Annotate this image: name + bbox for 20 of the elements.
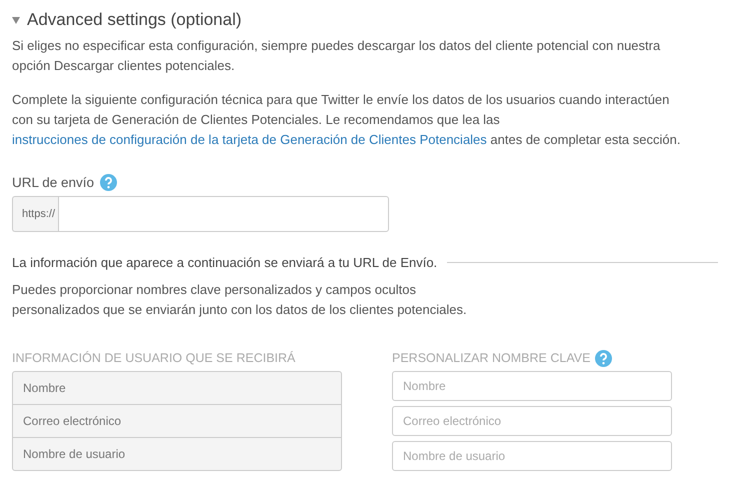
help-icon[interactable]: [595, 350, 612, 366]
custom-note-text: Puedes proporcionar nombres clave personalizados y campos ocultos personalizados que se enviarán junto con los datos de los clientes potenciales.: [12, 281, 468, 319]
divider-text: La información que aparece a continuación se enviará a tu URL de Envío.: [12, 254, 438, 270]
table-cell-text: Nombre: [22, 380, 67, 397]
url-field[interactable]: [58, 196, 389, 232]
input-field[interactable]: Nombre de usuario: [392, 441, 672, 471]
collapse-toggle-icon[interactable]: [12, 16, 20, 24]
instructions-text: Complete la siguiente configuración técnica para que Twitter le envíe los datos de los usuarios cuando interactúen con su tarjeta de Generación de Clientes Potenciales. Le recomendamos que lea las instrucciones de configuración de la tarjeta de Generación de Clientes Potenciales antes de completar esta sección.: [12, 91, 682, 149]
input-field[interactable]: Nombre: [392, 371, 672, 401]
column-heading: PERSONALIZAR NOMBRE CLAVE: [392, 351, 590, 365]
help-icon[interactable]: [100, 174, 118, 190]
input-field[interactable]: Correo electrónico: [392, 406, 672, 436]
url-prefix: https://: [12, 196, 58, 232]
section-title: Advanced settings (optional): [27, 10, 242, 30]
instructions-link[interactable]: instrucciones de configuración de la tarjeta de Generación de Clientes Potenciales: [12, 132, 487, 147]
column-heading: INFORMACIÓN DE USUARIO QUE SE RECIBIRÁ: [12, 350, 296, 367]
table-cell: Nombre de usuario: [13, 437, 341, 470]
table-cell: Correo electrónico: [13, 404, 341, 437]
intro-text: Si eliges no especificar esta configuración, siempre puedes descargar los datos del cliente potencial con nuestra opción Descargar clientes potenciales.: [12, 37, 662, 75]
field-label: URL de envío: [12, 174, 94, 190]
